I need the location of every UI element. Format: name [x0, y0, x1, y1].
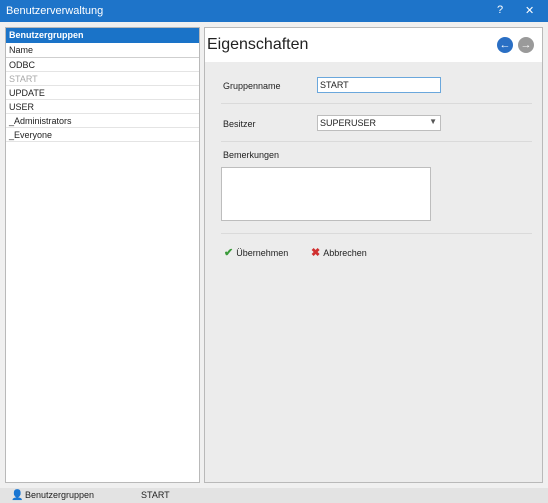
list-item-everyone[interactable]: _Everyone — [6, 128, 199, 142]
name-column-header[interactable]: Name — [6, 43, 199, 58]
cancel-label: Abbrechen — [323, 248, 367, 258]
forward-arrow-icon[interactable]: → — [518, 37, 534, 53]
page-title: Eigenschaften — [207, 36, 309, 53]
notes-label: Bemerkungen — [223, 150, 280, 160]
list-item-user[interactable]: USER — [6, 100, 199, 114]
help-button[interactable]: ? — [497, 4, 503, 16]
separator — [221, 103, 532, 104]
back-arrow-icon[interactable]: ← — [497, 37, 513, 53]
owner-select-value: SUPERUSER — [320, 118, 377, 128]
owner-select[interactable]: SUPERUSER ▼ — [317, 115, 441, 131]
cross-icon: ✖ — [311, 247, 321, 259]
groups-panel: Benutzergruppen Name ODBC START UPDATE U… — [5, 27, 200, 483]
chevron-down-icon: ▼ — [429, 117, 437, 126]
title-bar: Benutzerverwaltung ? ✕ — [0, 0, 548, 22]
cancel-button[interactable]: ✖ Abbrechen — [311, 246, 367, 259]
group-name-input[interactable]: START — [317, 77, 441, 93]
apply-label: Übernehmen — [236, 248, 289, 258]
list-item-start[interactable]: START — [6, 72, 199, 86]
apply-button[interactable]: ✔ Übernehmen — [224, 246, 288, 259]
list-item-administrators[interactable]: _Administrators — [6, 114, 199, 128]
properties-title-bar: Eigenschaften ← → — [205, 28, 542, 62]
close-button[interactable]: ✕ — [525, 4, 534, 17]
notes-textarea[interactable] — [221, 167, 431, 221]
separator — [221, 233, 532, 234]
groups-header: Benutzergruppen — [6, 28, 199, 43]
separator — [221, 141, 532, 142]
list-item-update[interactable]: UPDATE — [6, 86, 199, 100]
list-item-odbc[interactable]: ODBC — [6, 58, 199, 72]
status-section: Benutzergruppen — [25, 490, 95, 500]
properties-panel: Eigenschaften ← → Gruppenname START Besi… — [204, 27, 543, 483]
window-title: Benutzerverwaltung — [6, 5, 104, 17]
check-icon: ✔ — [224, 247, 234, 259]
user-group-icon: 👤 — [11, 490, 24, 501]
owner-label: Besitzer — [223, 119, 256, 129]
group-name-label: Gruppenname — [223, 81, 281, 91]
status-current: START — [141, 490, 170, 500]
status-bar: 👤 Benutzergruppen START — [0, 488, 548, 503]
